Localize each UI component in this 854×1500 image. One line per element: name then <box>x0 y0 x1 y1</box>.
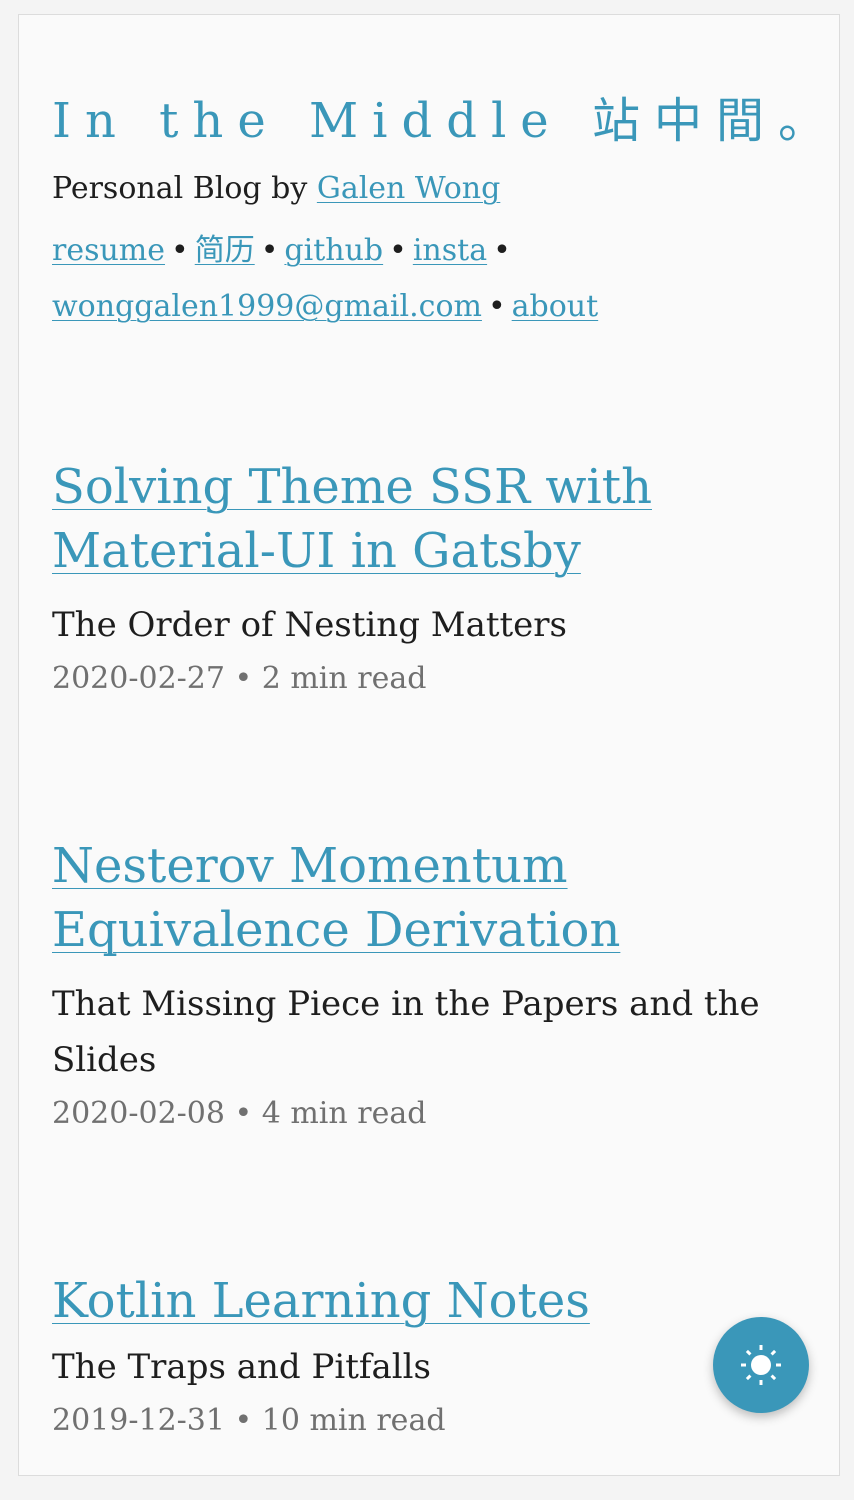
email-link[interactable]: wonggalen1999@gmail.com <box>52 289 482 324</box>
page-card: In the Middle 站中間。 Personal Blog by Gale… <box>18 14 840 1476</box>
theme-toggle-button[interactable] <box>713 1317 809 1413</box>
byline: Personal Blog by Galen Wong <box>52 171 500 206</box>
insta-link[interactable]: insta <box>413 233 487 268</box>
separator: • <box>493 233 511 268</box>
post-title: Kotlin Learning Notes <box>52 1269 812 1333</box>
site-title[interactable]: In the Middle 站中間。 <box>52 81 840 151</box>
post-item: Nesterov Momentum Equivalence Derivation… <box>52 834 812 1140</box>
resume-link[interactable]: resume <box>52 233 165 268</box>
author-link[interactable]: Galen Wong <box>317 171 500 206</box>
post-meta: 2020-02-08 • 4 min read <box>52 1096 427 1131</box>
header-links: resume • 简历 • github • insta • wonggalen1999@gma… <box>52 223 812 335</box>
sun-icon <box>741 1345 781 1385</box>
separator: • <box>487 289 506 324</box>
post-subtitle: The Traps and Pitfalls <box>52 1347 431 1387</box>
post-title-link[interactable]: Nesterov Momentum Equivalence Derivation <box>52 838 620 958</box>
post-subtitle: The Order of Nesting Matters <box>52 605 567 645</box>
post-item: Solving Theme SSR with Material-UI in Ga… <box>52 455 812 705</box>
post-subtitle: That Missing Piece in the Papers and the… <box>52 984 760 1080</box>
separator: • <box>171 233 189 268</box>
separator: • <box>389 233 407 268</box>
post-title-link[interactable]: Kotlin Learning Notes <box>52 1273 590 1329</box>
about-link[interactable]: about <box>512 289 599 324</box>
post-meta: 2019-12-31 • 10 min read <box>52 1403 446 1438</box>
post-item: Kotlin Learning Notes The Traps and Pitf… <box>52 1269 812 1447</box>
byline-prefix: Personal Blog by <box>52 171 317 206</box>
post-title: Nesterov Momentum Equivalence Derivation <box>52 834 812 962</box>
resume-cn-link[interactable]: 简历 <box>195 233 255 268</box>
post-meta: 2020-02-27 • 2 min read <box>52 661 427 696</box>
separator: • <box>260 233 279 268</box>
post-title: Solving Theme SSR with Material-UI in Ga… <box>52 455 812 583</box>
post-title-link[interactable]: Solving Theme SSR with Material-UI in Ga… <box>52 459 652 579</box>
github-link[interactable]: github <box>284 233 383 268</box>
